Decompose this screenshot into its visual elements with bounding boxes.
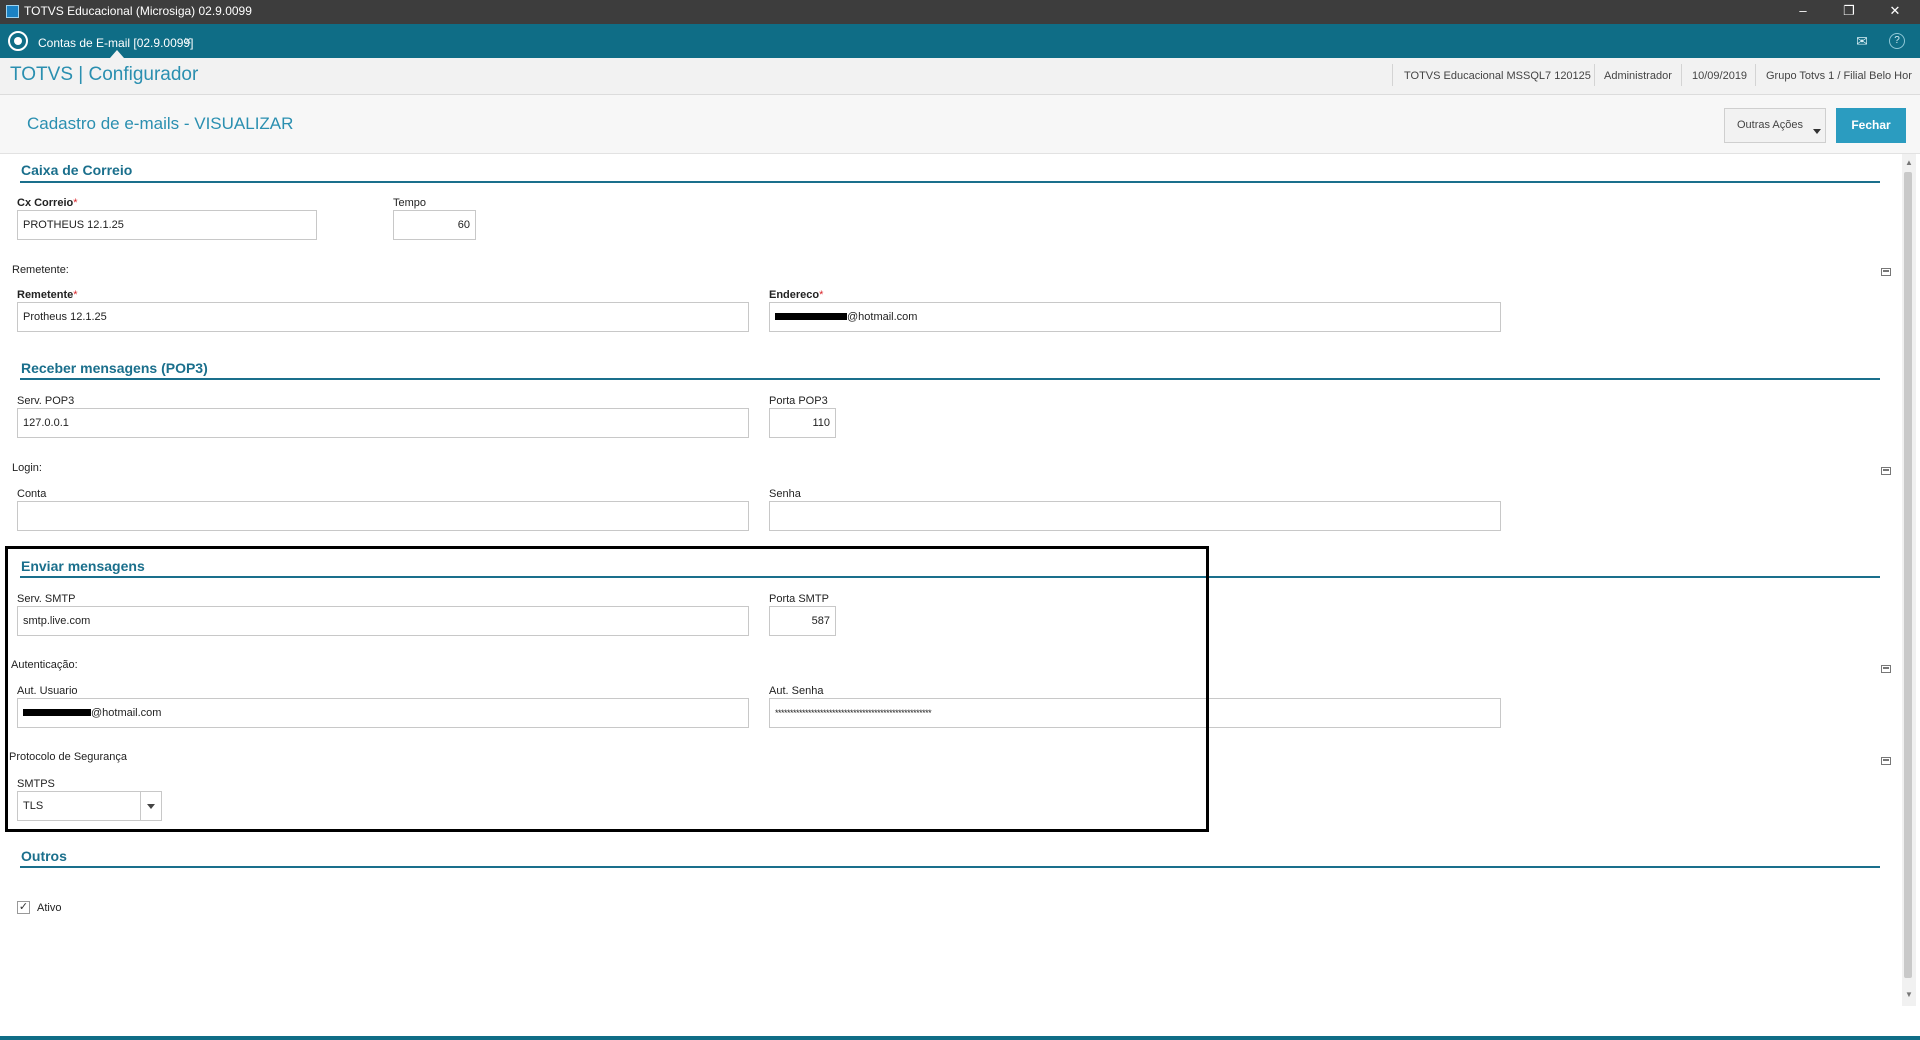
home-icon[interactable] [8, 31, 28, 51]
header-divider [1392, 64, 1393, 86]
remetente-group-label: Remetente: [12, 264, 69, 276]
remetente-field[interactable]: Protheus 12.1.25 [17, 302, 749, 332]
section-divider [20, 181, 1880, 183]
collapse-icon[interactable] [1881, 268, 1891, 276]
ativo-label: Ativo [37, 902, 62, 914]
cx-correio-label: Cx Correio* [17, 197, 78, 209]
mail-icon[interactable]: ✉ [1851, 30, 1873, 52]
scroll-down-icon[interactable]: ▼ [1904, 990, 1914, 1000]
scroll-up-icon[interactable]: ▲ [1904, 158, 1914, 168]
collapse-icon[interactable] [1881, 467, 1891, 475]
fechar-button[interactable]: Fechar [1836, 108, 1906, 143]
serv-pop3-label: Serv. POP3 [17, 395, 75, 407]
outras-acoes-button[interactable]: Outras Ações [1724, 108, 1826, 143]
window-titlebar: TOTVS Educacional (Microsiga) 02.9.0099 … [0, 0, 1920, 24]
tempo-field[interactable]: 60 [393, 210, 476, 240]
section-title-outros: Outros [21, 848, 67, 864]
serv-pop3-field[interactable]: 127.0.0.1 [17, 408, 749, 438]
cx-correio-field[interactable]: PROTHEUS 12.1.25 [17, 210, 317, 240]
section-title-pop3: Receber mensagens (POP3) [21, 360, 208, 376]
scrollbar-thumb[interactable] [1904, 172, 1912, 978]
date-info: 10/09/2019 [1692, 70, 1748, 82]
conta-label: Conta [17, 488, 47, 500]
collapse-icon[interactable] [1881, 757, 1891, 765]
tab-bar: Contas de E-mail [02.9.0099] × [0, 24, 1920, 58]
user-info: Administrador [1604, 70, 1672, 82]
remetente-label: Remetente* [17, 289, 78, 301]
tab-close-icon[interactable]: × [184, 33, 192, 48]
header-divider [1681, 64, 1682, 86]
branch-info: Grupo Totvs 1 / Filial Belo Hor [1766, 70, 1912, 82]
senha-field[interactable] [769, 501, 1501, 531]
porta-pop3-label: Porta POP3 [769, 395, 828, 407]
section-title-caixa: Caixa de Correio [21, 162, 133, 178]
form-header: Cadastro de e-mails - VISUALIZAR Outras … [0, 95, 1920, 154]
section-divider [20, 378, 1880, 380]
endereco-label: Endereco* [769, 289, 824, 301]
active-tab-indicator [110, 50, 124, 58]
app-header: TOTVS | Configurador TOTVS Educacional M… [0, 58, 1920, 95]
outras-acoes-label: Outras Ações [1736, 119, 1804, 131]
caret-down-icon [1813, 129, 1821, 134]
highlight-box [5, 546, 1209, 832]
redacted-block [775, 312, 847, 320]
collapse-icon[interactable] [1881, 665, 1891, 673]
ativo-checkbox[interactable]: ✓ [17, 901, 30, 914]
conta-field[interactable] [17, 501, 749, 531]
header-divider [1755, 64, 1756, 86]
senha-label: Senha [769, 488, 801, 500]
section-divider [20, 866, 1880, 868]
environment-info: TOTVS Educacional MSSQL7 120125 [1404, 70, 1591, 82]
app-icon [6, 5, 19, 18]
app-title: TOTVS | Configurador [10, 64, 199, 85]
window-bottom-border [0, 1036, 1920, 1040]
tempo-label: Tempo [393, 197, 427, 209]
window-title: TOTVS Educacional (Microsiga) 02.9.0099 [24, 4, 252, 18]
login-group-label: Login: [12, 462, 42, 474]
endereco-field[interactable]: @hotmail.com [769, 302, 1501, 332]
minimize-button[interactable]: – [1780, 0, 1826, 24]
porta-pop3-field[interactable]: 110 [769, 408, 836, 438]
header-divider [1594, 64, 1595, 86]
help-icon[interactable]: ? [1889, 33, 1905, 49]
restore-button[interactable]: ❐ [1826, 0, 1872, 24]
close-window-button[interactable]: ✕ [1872, 0, 1918, 24]
form-title: Cadastro de e-mails - VISUALIZAR [27, 114, 294, 133]
